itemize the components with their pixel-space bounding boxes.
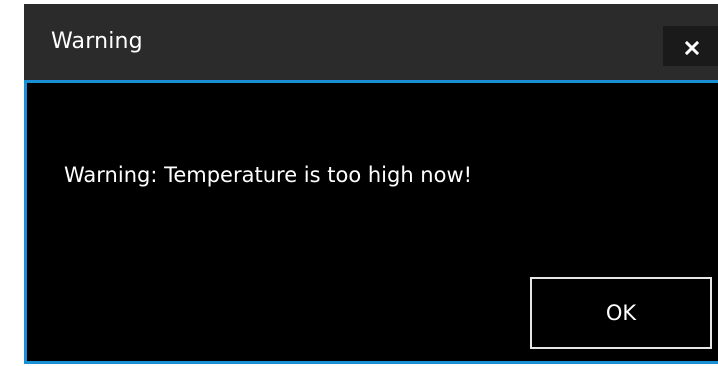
dialog-titlebar: Warning <box>24 4 718 80</box>
warning-dialog: Warning Warning: Temperature is too high… <box>0 0 718 366</box>
close-icon <box>685 41 699 55</box>
close-button[interactable] <box>663 26 718 66</box>
dialog-content: Warning: Temperature is too high now! OK <box>24 80 718 364</box>
warning-message: Warning: Temperature is too high now! <box>64 163 473 187</box>
ok-button[interactable]: OK <box>530 277 712 349</box>
dialog-title: Warning <box>51 29 143 54</box>
